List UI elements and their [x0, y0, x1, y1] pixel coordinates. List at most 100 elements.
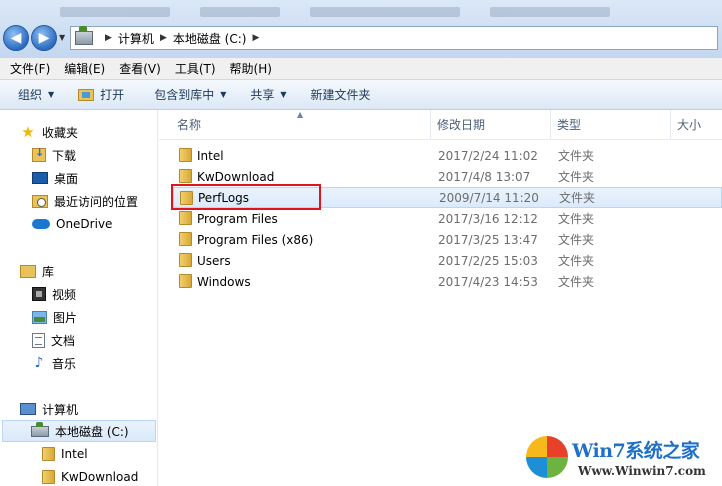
nav-libraries-label: 库: [42, 264, 55, 279]
folder-icon: [42, 470, 55, 484]
chevron-right-icon[interactable]: ▶: [105, 33, 112, 43]
nav-videos[interactable]: 视频: [0, 283, 158, 305]
drive-icon: [75, 26, 93, 45]
windows-logo-icon: [526, 436, 568, 478]
nav-onedrive-label: OneDrive: [56, 217, 113, 231]
organize-button[interactable]: 组织 ▼: [10, 84, 62, 106]
nav-pictures[interactable]: 图片: [0, 306, 158, 328]
file-name: Users: [197, 253, 231, 268]
nav-recent-label: 最近访问的位置: [54, 194, 139, 209]
file-row[interactable]: Program Files (x86) 2017/3/25 13:47 文件夹: [173, 229, 722, 250]
nav-recent[interactable]: 最近访问的位置: [0, 190, 158, 212]
chevron-right-icon[interactable]: ▶: [252, 33, 259, 43]
file-row[interactable]: Users 2017/2/25 15:03 文件夹: [173, 250, 722, 271]
share-button[interactable]: 共享 ▼: [242, 84, 294, 106]
back-button[interactable]: ◀: [3, 25, 29, 51]
nav-favorites[interactable]: ★ 收藏夹: [0, 121, 158, 143]
nav-documents[interactable]: 文档: [0, 329, 158, 351]
recent-pages-dropdown[interactable]: ▼: [59, 33, 65, 42]
computer-icon: [20, 403, 36, 415]
file-row[interactable]: Intel 2017/2/24 11:02 文件夹: [173, 145, 722, 166]
file-date: 2017/3/16 12:12: [438, 211, 538, 226]
nav-onedrive[interactable]: OneDrive: [0, 213, 158, 235]
menu-file[interactable]: 文件(F): [10, 60, 50, 77]
cloud-icon: [32, 219, 50, 229]
file-name: Windows: [197, 274, 251, 289]
menu-view[interactable]: 查看(V): [119, 60, 161, 77]
nav-computer[interactable]: 计算机: [0, 398, 158, 420]
caret-down-icon: ▼: [220, 90, 227, 99]
folder-icon: [179, 274, 192, 288]
watermark: Win7系统之家 Www.Winwin7.com: [524, 432, 720, 486]
open-button[interactable]: 打开: [70, 84, 132, 106]
music-note-icon: ♪: [34, 355, 44, 371]
navigation-pane: ★ 收藏夹 下载 桌面 最近访问的位置 OneDrive 库 视频 图片 文档 …: [0, 110, 158, 486]
nav-downloads-label: 下载: [52, 148, 77, 163]
nav-local-disk-label: 本地磁盘 (C:): [55, 424, 129, 439]
forward-button[interactable]: ▶: [31, 25, 57, 51]
menu-help[interactable]: 帮助(H): [230, 60, 272, 77]
nav-libraries[interactable]: 库: [0, 260, 158, 282]
drive-icon: [31, 421, 49, 437]
folder-icon: [179, 253, 192, 267]
download-folder-icon: [32, 146, 46, 162]
column-modified[interactable]: 修改日期: [431, 110, 551, 140]
nav-local-disk[interactable]: 本地磁盘 (C:): [2, 420, 156, 442]
file-name: Program Files (x86): [197, 232, 314, 247]
background-tabs: [60, 6, 720, 22]
nav-downloads[interactable]: 下载: [0, 144, 158, 166]
chevron-right-icon[interactable]: ▶: [160, 33, 167, 43]
file-row[interactable]: Windows 2017/4/23 14:53 文件夹: [173, 271, 722, 292]
file-name: Intel: [197, 148, 224, 163]
nav-computer-label: 计算机: [42, 402, 79, 417]
video-icon: [32, 287, 46, 301]
highlight-annotation-box: [171, 184, 321, 210]
nav-favorites-label: 收藏夹: [42, 125, 79, 140]
file-type: 文件夹: [558, 212, 595, 226]
watermark-title: Win7系统之家: [572, 440, 700, 462]
nav-kwdownload[interactable]: KwDownload: [0, 466, 158, 486]
file-name: Program Files: [197, 211, 278, 226]
nav-desktop[interactable]: 桌面: [0, 167, 158, 189]
nav-documents-label: 文档: [51, 333, 76, 348]
document-icon: [32, 332, 45, 348]
menu-bar: 文件(F) 编辑(E) 查看(V) 工具(T) 帮助(H): [0, 58, 722, 80]
file-type: 文件夹: [559, 191, 596, 205]
breadcrumb-local-disk[interactable]: 本地磁盘 (C:): [173, 30, 247, 47]
file-date: 2017/4/8 13:07: [438, 169, 531, 184]
menu-tools[interactable]: 工具(T): [175, 60, 216, 77]
nav-music[interactable]: ♪ 音乐: [0, 352, 158, 374]
file-date: 2009/7/14 11:20: [439, 190, 539, 205]
back-arrow-icon: ◀: [10, 30, 22, 46]
share-label: 共享: [250, 88, 275, 102]
folder-icon: [179, 211, 192, 225]
organize-label: 组织: [18, 88, 43, 102]
file-list: ▲ 名称 修改日期 类型 大小 Intel 2017/2/24 11:02 文件…: [159, 110, 722, 486]
include-library-button[interactable]: 包含到库中 ▼: [146, 84, 234, 106]
file-type: 文件夹: [558, 233, 595, 247]
new-folder-button[interactable]: 新建文件夹: [303, 84, 379, 106]
nav-music-label: 音乐: [52, 356, 77, 371]
title-bar: ◀ ▶ ▼ ▶ 计算机 ▶ 本地磁盘 (C:) ▶: [0, 0, 722, 58]
breadcrumb-computer[interactable]: 计算机: [118, 30, 154, 47]
column-size[interactable]: 大小: [671, 110, 722, 140]
nav-intel-label: Intel: [61, 447, 88, 461]
file-type: 文件夹: [558, 254, 595, 268]
recent-places-icon: [32, 194, 48, 208]
file-type: 文件夹: [558, 275, 595, 289]
star-icon: ★: [21, 123, 35, 141]
file-row[interactable]: Program Files 2017/3/16 12:12 文件夹: [173, 208, 722, 229]
menu-edit[interactable]: 编辑(E): [64, 60, 105, 77]
forward-arrow-icon: ▶: [38, 30, 50, 46]
file-date: 2017/4/23 14:53: [438, 274, 538, 289]
column-type[interactable]: 类型: [551, 110, 671, 140]
caret-down-icon: ▼: [280, 90, 287, 99]
nav-videos-label: 视频: [52, 287, 77, 302]
command-bar: 组织 ▼ 打开 包含到库中 ▼ 共享 ▼ 新建文件夹: [0, 80, 722, 110]
folder-icon: [179, 148, 192, 162]
nav-intel[interactable]: Intel: [0, 443, 158, 465]
column-name[interactable]: 名称: [171, 110, 431, 140]
nav-desktop-label: 桌面: [54, 171, 79, 186]
address-bar[interactable]: ▶ 计算机 ▶ 本地磁盘 (C:) ▶: [70, 26, 718, 50]
folder-icon: [42, 447, 55, 461]
